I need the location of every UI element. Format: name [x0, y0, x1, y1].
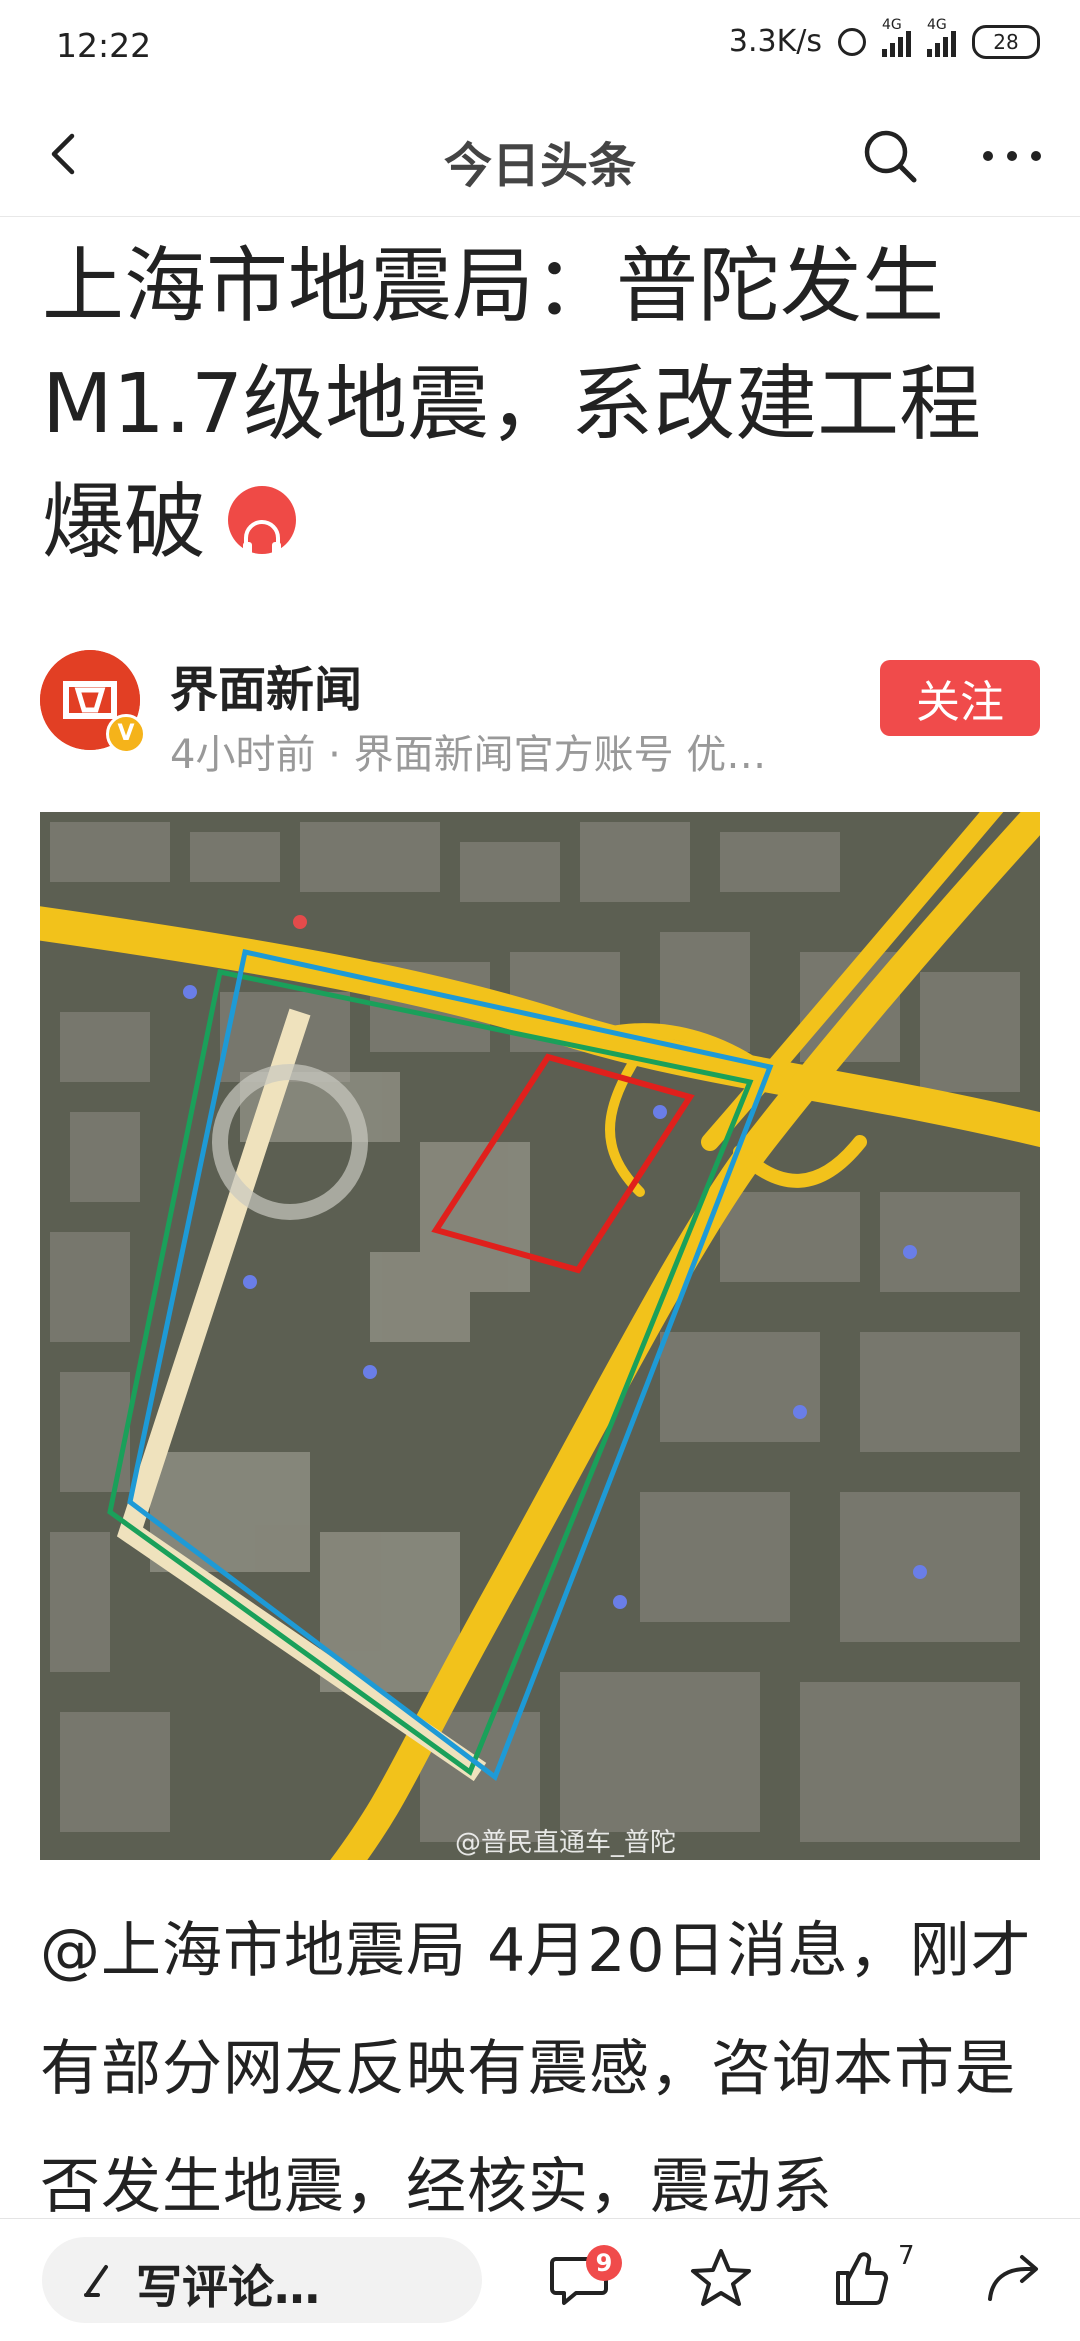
bottom-action-bar: 写评论… 9 7: [0, 2218, 1080, 2341]
like-icon[interactable]: [830, 2245, 896, 2311]
comment-placeholder: 写评论…: [136, 2260, 320, 2314]
article-image-satellite-map[interactable]: @普民直通车_普陀: [40, 812, 1040, 1860]
signal-icon-sim2: 4G: [927, 17, 956, 57]
headline-text: 上海市地震局：普陀发生M1.7级地震，系改建工程爆破: [42, 239, 982, 570]
verified-icon: V: [106, 714, 146, 754]
status-time: 12:22: [56, 26, 152, 65]
search-icon[interactable]: [860, 126, 920, 186]
favorite-star-icon[interactable]: [688, 2245, 754, 2311]
satellite-map-graphic: [40, 812, 1040, 1860]
alarm-icon: [838, 27, 866, 56]
author-meta: 4小时前 · 界面新闻官方账号 优…: [170, 732, 767, 778]
like-count: 7: [898, 2241, 915, 2271]
pen-icon: [84, 2265, 108, 2297]
more-icon[interactable]: [980, 146, 1044, 166]
follow-button[interactable]: 关注: [880, 660, 1040, 736]
article-body-text: @上海市地震局 4月20日消息，刚才有部分网友反映有震感，咨询本市是否发生地震，…: [40, 1916, 1032, 2222]
top-nav-bar: 今日头条: [0, 96, 1080, 217]
author-name[interactable]: 界面新闻: [170, 650, 362, 720]
battery-icon: 28: [972, 24, 1040, 59]
signal-icon-sim1: 4G: [882, 17, 911, 57]
share-icon[interactable]: [982, 2245, 1048, 2311]
status-indicators: 3.3K/s 4G 4G 28: [728, 17, 1040, 59]
author-row: V 界面新闻 4小时前 · 界面新闻官方账号 优… 关注: [40, 650, 1040, 778]
status-bar: 12:22 3.3K/s 4G 4G 28: [0, 0, 1080, 96]
article-headline: 上海市地震局：普陀发生M1.7级地震，系改建工程爆破: [42, 228, 1042, 582]
image-watermark: @普民直通车_普陀: [455, 1828, 677, 1858]
write-comment-input[interactable]: 写评论…: [42, 2237, 482, 2323]
net-speed: 3.3K/s: [728, 24, 822, 59]
comment-count-badge: 9: [586, 2245, 622, 2281]
headphones-icon[interactable]: [228, 485, 297, 556]
author-avatar[interactable]: V: [40, 650, 146, 754]
